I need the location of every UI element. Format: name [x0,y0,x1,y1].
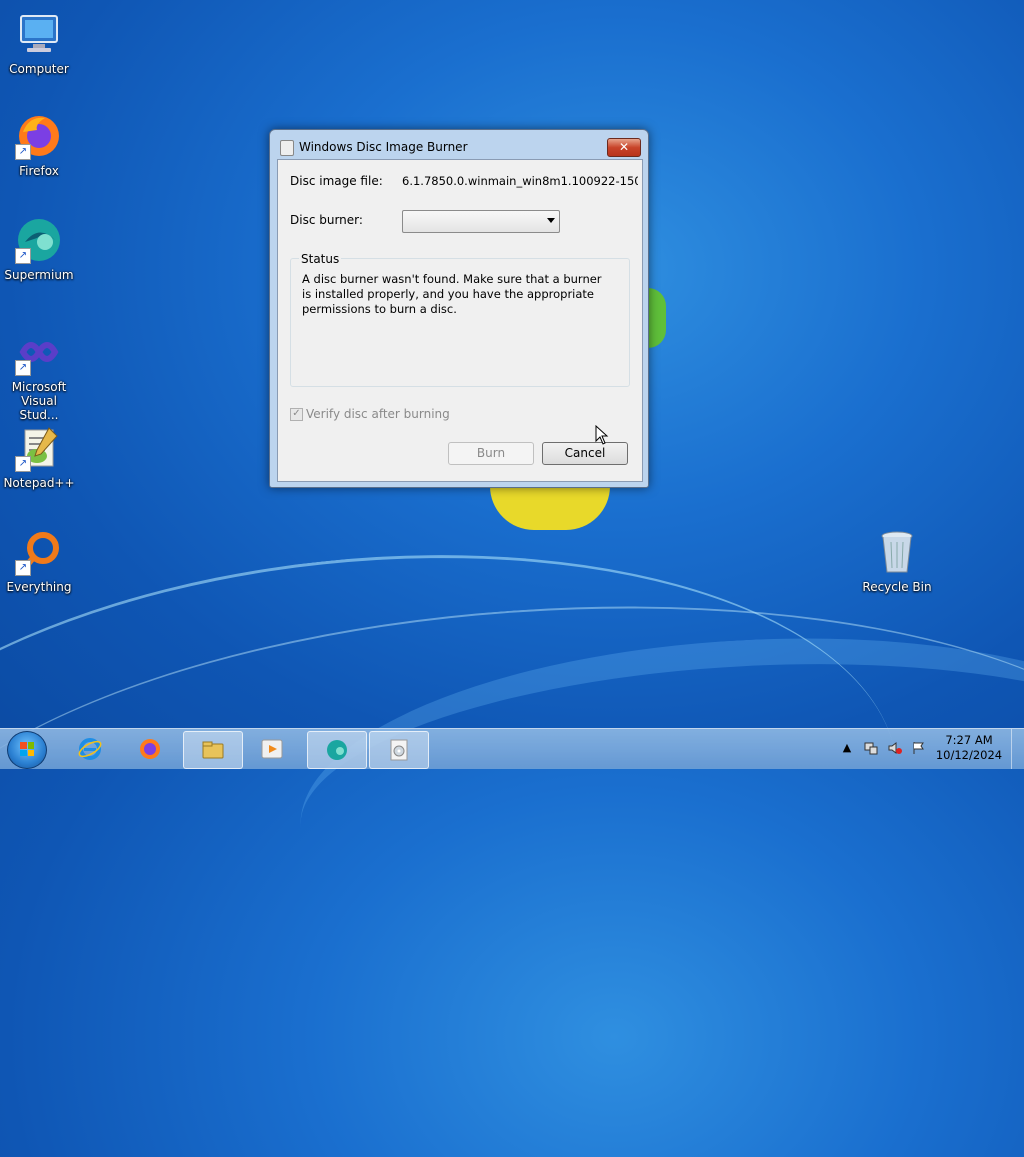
title-bar[interactable]: Windows Disc Image Burner ✕ [270,130,648,158]
action-center-icon[interactable] [864,741,878,755]
desktop-icon-recycle-bin[interactable]: Recycle Bin [859,528,935,594]
everything-icon: ↗ [15,528,63,576]
clock-time: 7:27 AM [945,733,993,747]
desktop-icon-notepadpp[interactable]: ↗ Notepad++ [1,424,77,490]
close-button[interactable]: ✕ [607,138,641,157]
wallpaper-logo-fragment [490,486,610,530]
media-player-icon [261,739,283,759]
start-button[interactable] [7,731,47,769]
wallpaper-swoosh [292,616,1024,990]
shortcut-arrow-icon: ↗ [15,456,31,472]
disc-burner-label: Disc burner: [290,213,363,227]
supermium-icon [327,740,347,760]
disc-image-file-label: Disc image file: [290,174,383,188]
status-group-title: Status [299,252,342,266]
clock-date: 10/12/2024 [935,748,1003,762]
desktop-icon-label: Computer [9,62,69,76]
wallpaper-logo-fragment [648,288,666,348]
wallpaper-swoosh [0,565,1024,1157]
desktop-icon-supermium[interactable]: ↗ Supermium [1,216,77,282]
supermium-icon: ↗ [15,216,63,264]
shortcut-arrow-icon: ↗ [15,560,31,576]
wallpaper-swoosh [0,503,925,1140]
desktop-icon-label: Supermium [4,268,74,282]
desktop-icon-everything[interactable]: ↗ Everything [1,528,77,594]
windows-logo-icon [20,742,34,756]
desktop-icon-firefox[interactable]: ↗ Firefox [1,112,77,178]
taskbar-firefox[interactable] [121,731,179,767]
disc-burner-dropdown[interactable] [402,210,560,233]
desktop-icon-label: Everything [6,580,72,594]
taskbar: ▲ 7:27 AM 10/12/2024 [0,728,1024,769]
file-explorer-icon [202,741,224,759]
desktop-icon-visual-studio[interactable]: ↗ Microsoft Visual Stud... [1,328,77,422]
taskbar-internet-explorer[interactable] [61,731,119,767]
taskbar-media-player[interactable] [243,731,301,767]
firefox-icon: ↗ [15,112,63,160]
chevron-down-icon [547,218,555,223]
visual-studio-icon: ↗ [15,328,63,376]
computer-icon [15,10,63,58]
notepadpp-icon: ↗ [15,424,63,472]
cancel-button[interactable]: Cancel [542,442,628,465]
verify-disc-label: Verify disc after burning [306,407,450,421]
disc-image-burner-dialog: Windows Disc Image Burner ✕ Disc image f… [269,129,649,488]
internet-explorer-icon [78,738,102,760]
network-flag-icon[interactable] [912,741,926,755]
disc-image-burner-icon [390,739,408,761]
shortcut-arrow-icon: ↗ [15,360,31,376]
desktop-icon-label: Notepad++ [3,476,75,490]
burn-button[interactable]: Burn [448,442,534,465]
taskbar-disc-image-burner[interactable] [369,731,429,769]
shortcut-arrow-icon: ↗ [15,248,31,264]
disc-burner-app-icon [280,140,294,156]
taskbar-file-explorer[interactable] [183,731,243,769]
show-desktop-button[interactable] [1011,729,1024,769]
taskbar-supermium[interactable] [307,731,367,769]
recycle-bin-icon [873,528,921,576]
desktop-icon-computer[interactable]: Computer [1,10,77,76]
disc-image-file-value: 6.1.7850.0.winmain_win8m1.100922-1508_x8 [402,174,638,188]
desktop-icon-label: Recycle Bin [862,580,932,594]
firefox-icon [140,739,160,759]
show-hidden-icons-chevron-icon[interactable]: ▲ [840,741,854,755]
shortcut-arrow-icon: ↗ [15,144,31,160]
verify-disc-checkbox[interactable]: ✓ [290,408,303,421]
status-message: A disc burner wasn't found. Make sure th… [302,272,602,316]
system-tray: ▲ 7:27 AM 10/12/2024 [834,729,1024,769]
volume-muted-icon[interactable] [888,741,902,755]
window-title: Windows Disc Image Burner [299,140,468,154]
desktop-icon-label: Microsoft Visual Stud... [11,380,67,422]
desktop-icon-label: Firefox [19,164,59,178]
clock[interactable]: 7:27 AM 10/12/2024 [934,733,1004,763]
dialog-client-area: Disc image file: 6.1.7850.0.winmain_win8… [277,159,643,482]
